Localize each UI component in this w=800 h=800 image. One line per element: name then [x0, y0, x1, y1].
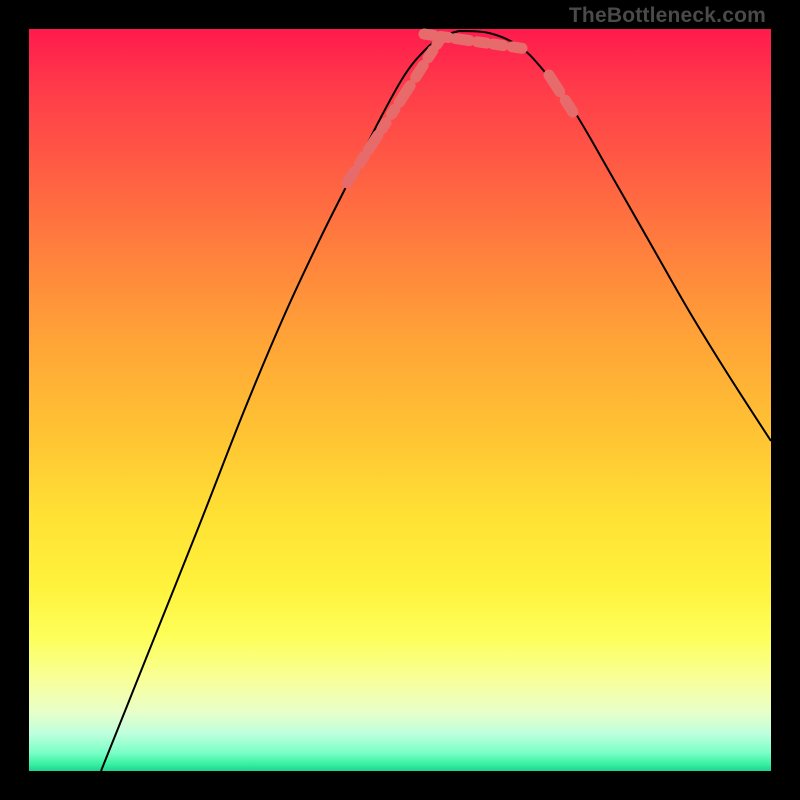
- plot-area: [29, 29, 771, 771]
- watermark-text: TheBottleneck.com: [569, 4, 766, 28]
- curve-group: [101, 31, 771, 771]
- curve-svg: [29, 29, 771, 771]
- highlight-blobs-right: [549, 75, 589, 137]
- highlight-blobs-left: [347, 38, 441, 183]
- chart-frame: TheBottleneck.com: [0, 0, 800, 800]
- bottleneck-curve-left: [101, 31, 459, 771]
- bottleneck-curve-right: [459, 31, 771, 441]
